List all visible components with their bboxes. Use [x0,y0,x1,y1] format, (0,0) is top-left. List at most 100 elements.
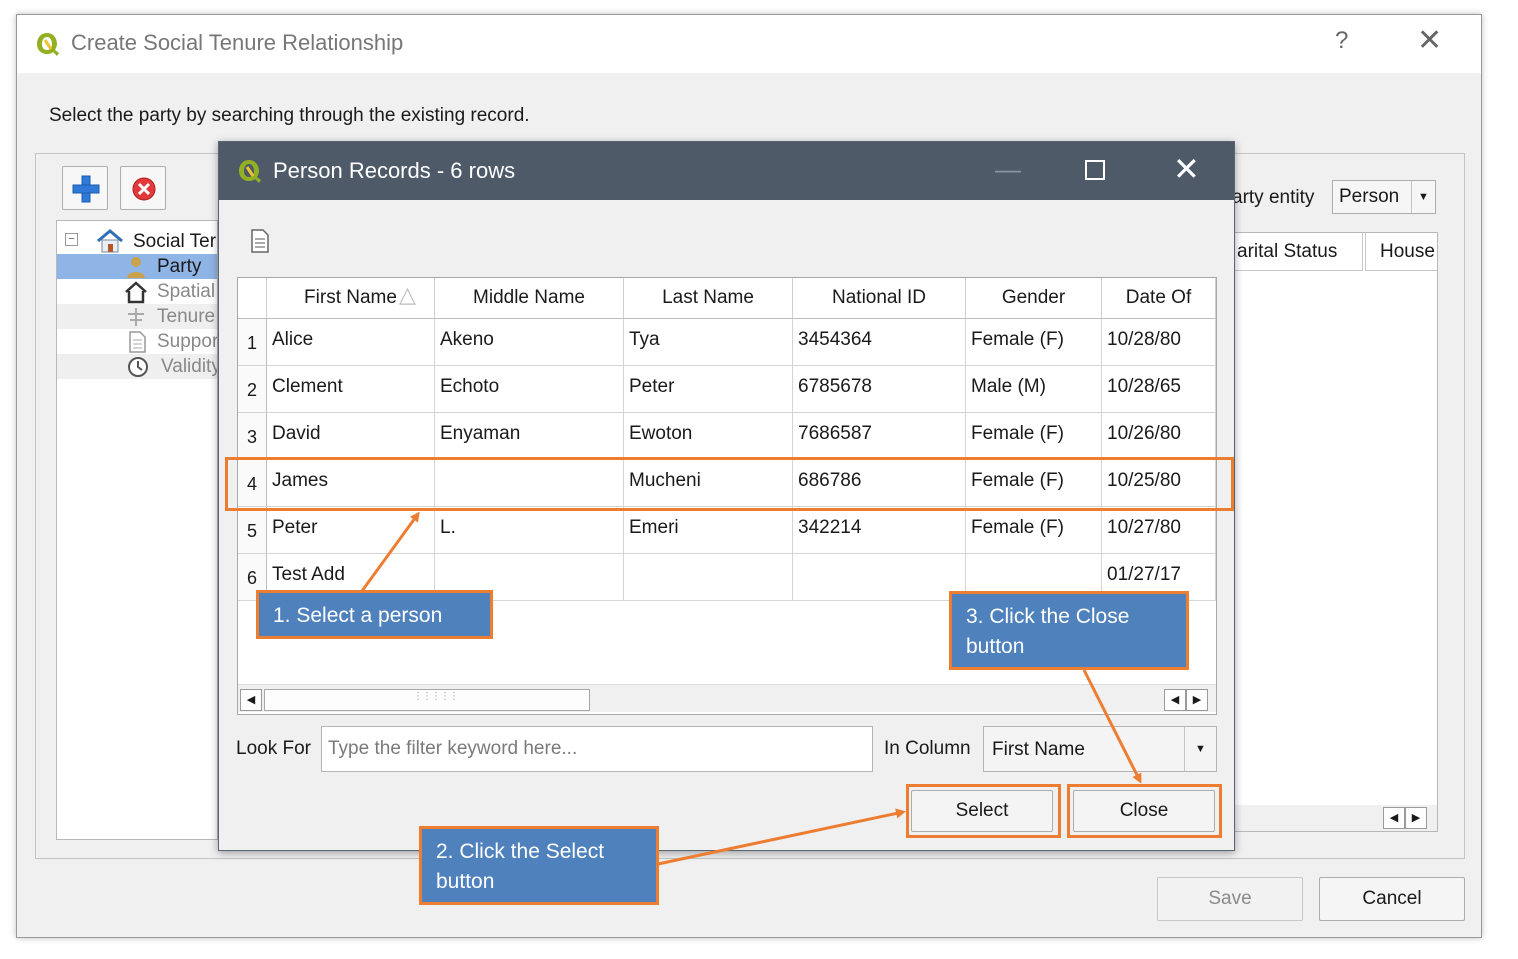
table-cell[interactable] [793,554,966,601]
home-icon [97,229,123,253]
table-cell[interactable]: Emeri [624,507,793,554]
clock-icon [128,357,148,377]
instruction-text: Select the party by searching through th… [49,105,530,126]
inner-title-bar: Person Records - 6 rows — ✕ [219,142,1234,200]
column-header-gender[interactable]: Gender [966,278,1102,319]
table-cell[interactable]: Echoto [435,366,624,413]
sort-ascending-icon: △ [399,282,416,307]
chevron-down-icon: ▼ [1184,727,1216,771]
outer-close-icon[interactable]: ✕ [1417,23,1442,58]
cancel-button[interactable]: Cancel [1319,877,1465,921]
tree-item-label: Suppor [157,331,218,352]
add-button[interactable] [62,166,108,210]
table-cell[interactable]: Female (F) [966,507,1102,554]
tree-item-label: Social Ter [133,231,217,252]
export-document-icon[interactable] [249,228,271,254]
table-cell[interactable]: 10/26/80 [1102,413,1216,460]
tree-item-spatial[interactable]: Spatial [57,279,217,304]
column-header-last-name[interactable]: Last Name [624,278,793,319]
corner-header[interactable] [238,278,267,319]
party-entity-select[interactable]: Person ▼ [1332,180,1436,214]
callout-step1: 1. Select a person [256,590,493,639]
party-entity-value: Person [1339,186,1400,207]
column-header-marital-status[interactable]: arital Status [1233,233,1363,271]
callout-step2: 2. Click the Select button [419,826,659,905]
tree-item-supporting-docs[interactable]: Suppor [57,329,218,354]
table-cell[interactable]: 6785678 [793,366,966,413]
table-cell[interactable]: 10/28/80 [1102,319,1216,366]
tree-item-validity[interactable]: Validity [57,354,218,379]
tenure-icon [128,308,144,326]
scroll-left-icon[interactable]: ◀ [1164,689,1186,711]
document-icon [129,331,146,353]
table-cell[interactable]: David [267,413,435,460]
table-cell[interactable]: Akeno [435,319,624,366]
tree-item-label: Party [157,256,202,277]
inner-close-icon[interactable]: ✕ [1173,150,1200,188]
scroll-right-icon[interactable]: ▶ [1186,689,1208,711]
row-header[interactable]: 3 [238,413,267,460]
look-for-label: Look For [236,738,311,759]
select-button-highlight [906,784,1061,838]
tree-item-label: Validity [161,356,218,377]
row-header[interactable]: 5 [238,507,267,554]
table-cell[interactable]: Female (F) [966,319,1102,366]
inner-dialog-title: Person Records - 6 rows [273,158,516,183]
table-cell[interactable]: Clement [267,366,435,413]
table-cell[interactable]: Tya [624,319,793,366]
filter-keyword-input[interactable] [321,726,873,772]
table-cell[interactable]: 3454364 [793,319,966,366]
tree-item-tenure[interactable]: Tenure [57,304,217,329]
right-table-scrollbar[interactable]: ◀ ▶ [1233,805,1437,831]
row-header[interactable]: 2 [238,366,267,413]
chevron-down-icon: ▼ [1411,181,1435,213]
minimize-icon[interactable]: — [995,154,1021,185]
tree-item-social-tenure[interactable]: − Social Ter [57,229,217,254]
table-cell[interactable]: 10/27/80 [1102,507,1216,554]
outer-dialog-title: Create Social Tenure Relationship [71,30,404,55]
party-table: arital Status House ◀ ▶ [1232,232,1438,832]
column-header-national-id[interactable]: National ID [793,278,966,319]
in-column-label: In Column [884,738,971,759]
collapse-icon[interactable]: − [65,233,78,246]
save-button[interactable]: Save [1157,877,1303,921]
table-cell[interactable]: 342214 [793,507,966,554]
tree-item-label: Spatial [157,281,216,302]
column-header-date-of-birth[interactable]: Date Of [1102,278,1216,319]
qgis-logo-icon [37,33,59,56]
horizontal-scrollbar[interactable]: ◀ ⋮⋮⋮⋮⋮ ◀ ▶ [238,684,1216,712]
table-cell[interactable]: Enyaman [435,413,624,460]
table-cell[interactable]: 10/28/65 [1102,366,1216,413]
column-header-first-name[interactable]: First Name △ [267,278,435,319]
table-cell[interactable]: Peter [267,507,435,554]
table-cell[interactable]: Male (M) [966,366,1102,413]
help-button[interactable]: ? [1335,27,1348,55]
table-cell[interactable]: Peter [624,366,793,413]
tree-item-party[interactable]: Party [57,254,217,279]
in-column-value: First Name [992,739,1085,760]
column-header-house[interactable]: House [1365,233,1437,271]
str-tree-view: − Social Ter Party Spatial Tenure Suppor… [56,220,218,840]
maximize-icon[interactable] [1085,160,1105,180]
table-cell[interactable]: Female (F) [966,413,1102,460]
house-outline-icon [125,281,147,304]
table-cell[interactable]: Ewoton [624,413,793,460]
scroll-right-icon[interactable]: ▶ [1405,807,1427,829]
table-cell[interactable]: 7686587 [793,413,966,460]
remove-button[interactable] [120,166,166,210]
table-cell[interactable]: L. [435,507,624,554]
column-header-middle-name[interactable]: Middle Name [435,278,624,319]
party-entity-label: arty entity [1232,187,1315,208]
grip-icon: ⋮⋮⋮⋮⋮ [413,691,459,702]
in-column-select[interactable]: First Name ▼ [983,726,1217,772]
table-cell[interactable] [624,554,793,601]
tree-item-label: Tenure [157,306,216,327]
scroll-left-icon[interactable]: ◀ [240,689,262,711]
outer-title-bar: Create Social Tenure Relationship ? ✕ [17,15,1481,73]
scrollbar-thumb[interactable]: ⋮⋮⋮⋮⋮ [264,689,590,711]
qgis-logo-icon [239,160,261,183]
table-cell[interactable]: Alice [267,319,435,366]
scroll-left-icon[interactable]: ◀ [1383,807,1405,829]
person-icon [127,257,145,278]
row-header[interactable]: 1 [238,319,267,366]
